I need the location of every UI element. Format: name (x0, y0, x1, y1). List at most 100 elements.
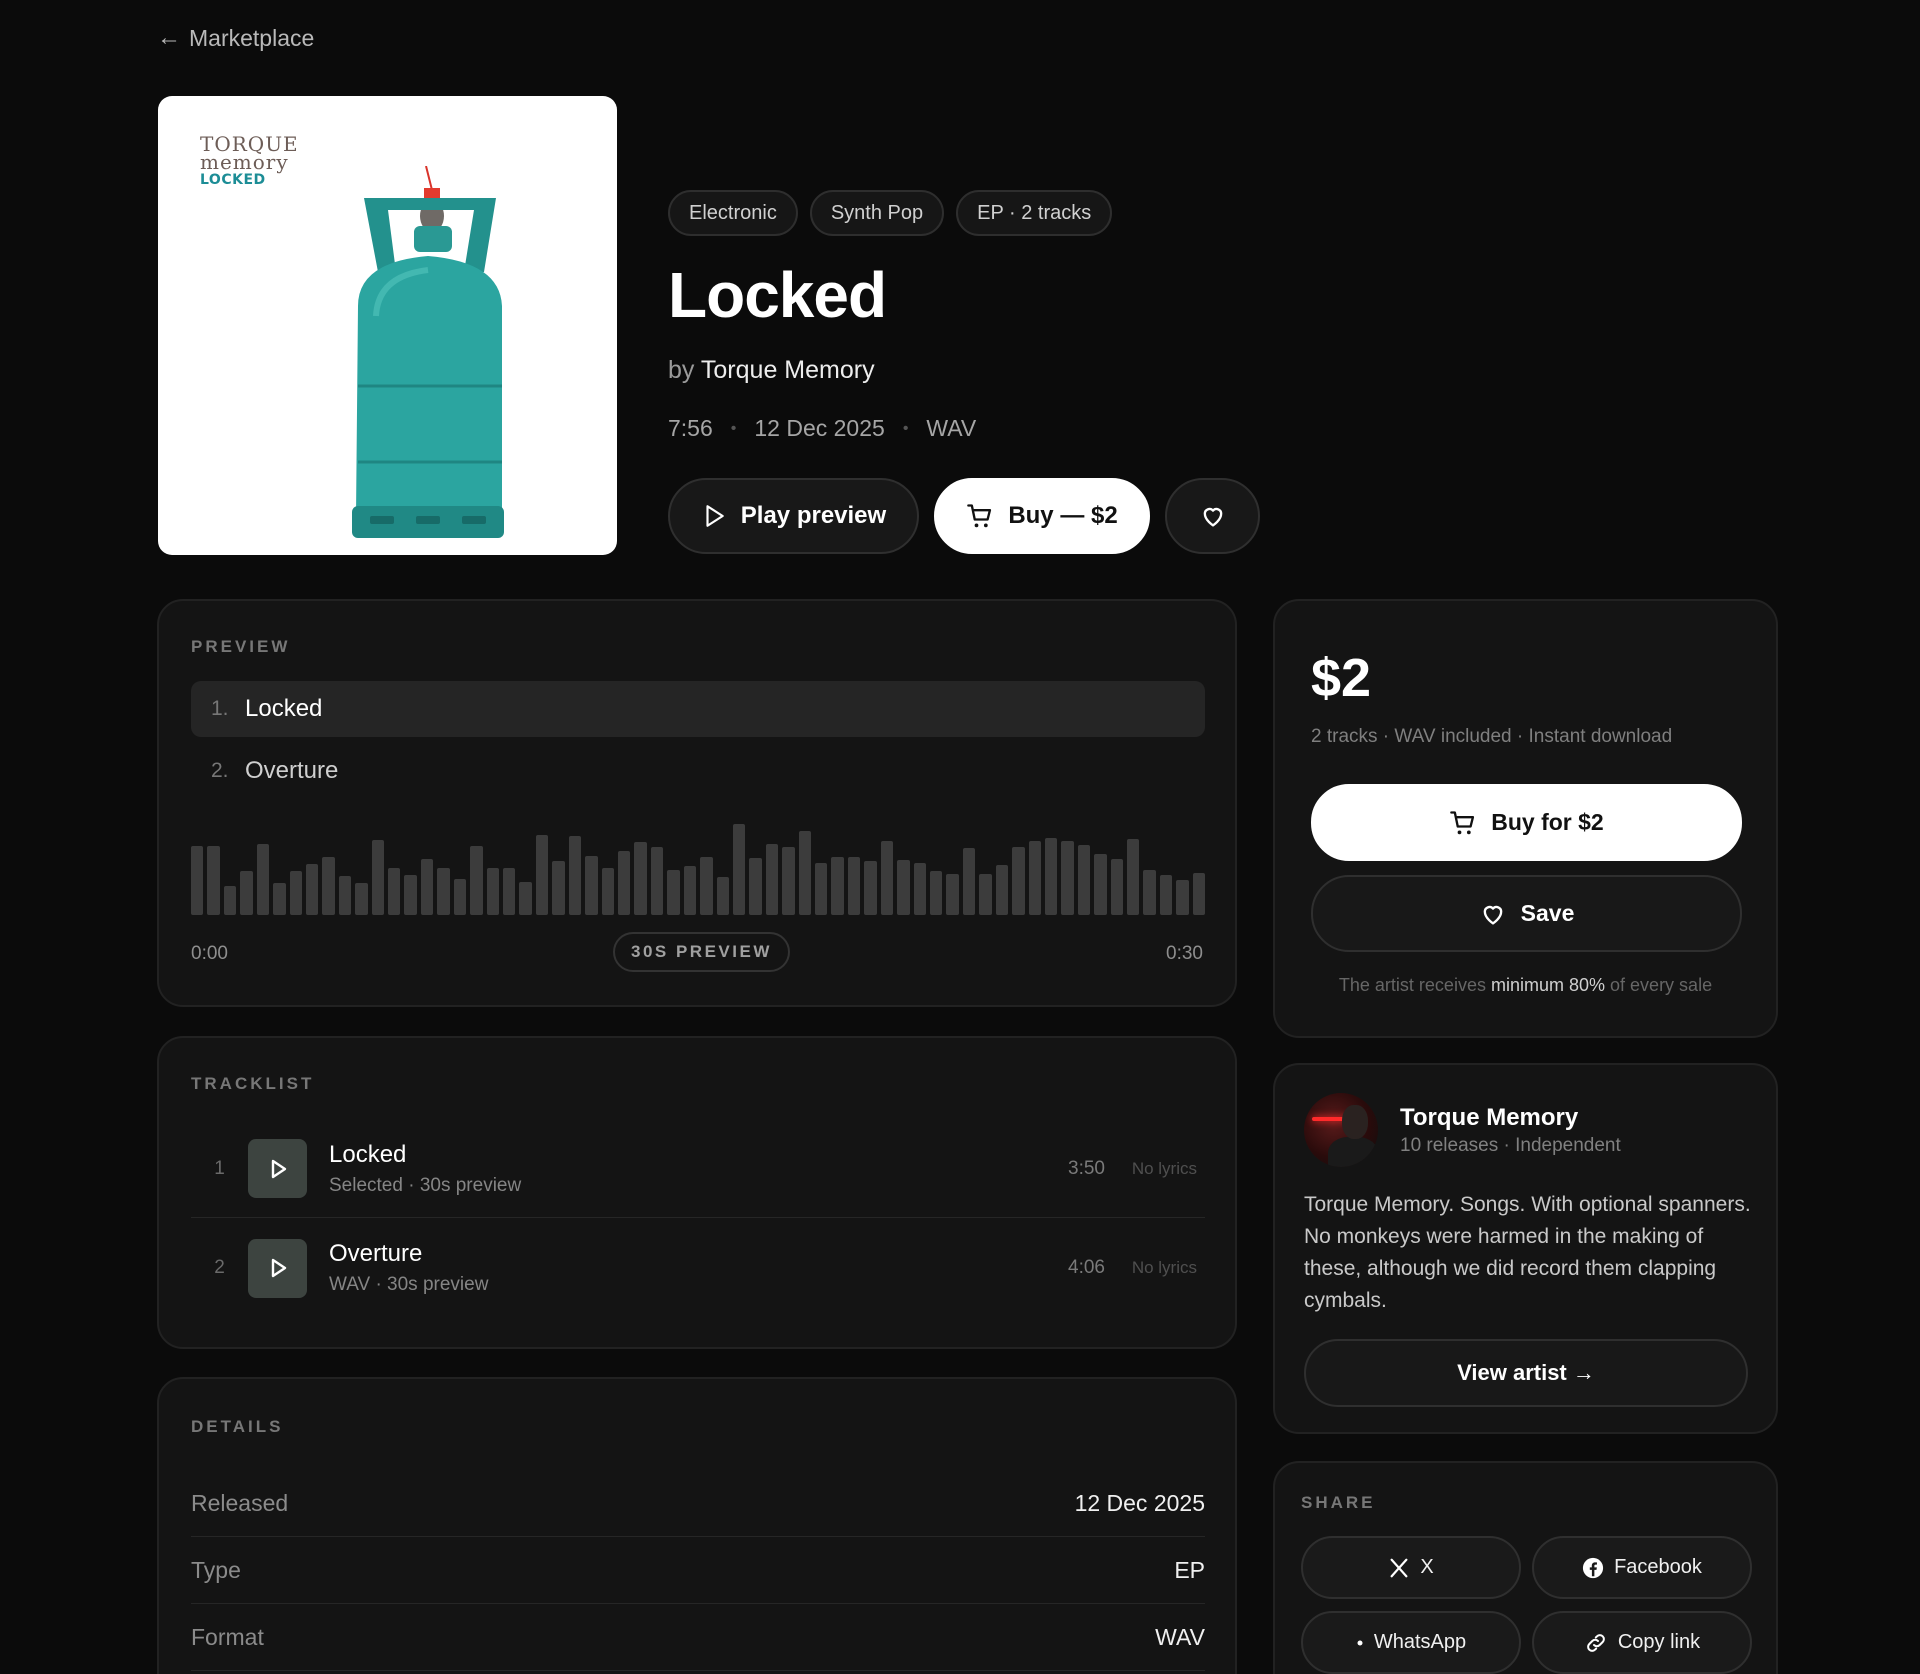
track-row[interactable]: 1 Locked Selected · 30s preview 3:50 No … (191, 1120, 1205, 1218)
waveform-bar (1012, 846, 1025, 915)
track-row[interactable]: 2 Overture WAV · 30s preview 4:06 No lyr… (191, 1219, 1205, 1317)
waveform-bar (913, 863, 926, 915)
waveform-bar (782, 846, 795, 915)
waveform-bar (617, 850, 631, 915)
track-title: Overture (329, 1240, 423, 1267)
track-play-button[interactable] (248, 1139, 307, 1198)
share-whatsapp-button[interactable]: WhatsApp (1301, 1611, 1521, 1674)
gas-cylinder-illustration (352, 166, 504, 538)
by-prefix: by (668, 356, 695, 384)
copy-link-button[interactable]: Copy link (1532, 1611, 1752, 1674)
meta-separator: • (730, 419, 737, 437)
share-card: SHARE X Facebook WhatsApp Copy link (1273, 1461, 1778, 1674)
genre-tags: Electronic Synth Pop EP · 2 tracks (668, 190, 1260, 236)
waveform-bar (585, 856, 598, 915)
waveform-bar (897, 860, 910, 915)
tracklist-section-label: TRACKLIST (191, 1074, 315, 1093)
artist-avatar[interactable] (1304, 1093, 1378, 1167)
waveform-bar (355, 883, 368, 915)
preview-track-2[interactable]: 2. Overture (191, 743, 1205, 799)
track-duration: 4:06 (1068, 1257, 1105, 1278)
preview-section-label: PREVIEW (191, 637, 291, 656)
track-play-button[interactable] (248, 1238, 307, 1298)
detail-row-format: Format WAV (191, 1604, 1205, 1671)
artist-card: Torque Memory 10 releases · Independent … (1273, 1063, 1778, 1434)
release-date: 12 Dec 2025 (754, 415, 885, 441)
track-lyrics-status: No lyrics (1131, 1158, 1197, 1178)
waveform-bar (519, 882, 532, 915)
waveform-bar (979, 873, 992, 915)
play-icon (266, 1157, 290, 1181)
share-x-button[interactable]: X (1301, 1536, 1521, 1599)
details-card: DETAILS Released 12 Dec 2025 Type EP For… (157, 1377, 1237, 1674)
cover-logo-line2: memory (200, 150, 289, 174)
preview-card: PREVIEW 1. Locked 2. Overture 0:00 30S P… (157, 599, 1237, 1007)
share-facebook-button[interactable]: Facebook (1532, 1536, 1752, 1599)
waveform-bar (338, 875, 352, 915)
waveform-bar (650, 846, 664, 915)
play-preview-button[interactable]: Play preview (668, 478, 919, 554)
preview-track-title: Locked (245, 695, 323, 722)
waveform-bar (929, 870, 943, 915)
track-title: Locked (329, 1140, 407, 1168)
preview-track-number: 1. (211, 697, 229, 720)
waveform-bar (700, 857, 713, 915)
waveform-bar (552, 861, 565, 915)
release-meta: 7:56 • 12 Dec 2025 • WAV (668, 415, 1260, 442)
tag-electronic[interactable]: Electronic (668, 190, 798, 236)
tracklist-card: TRACKLIST 1 Locked Selected · 30s previe… (157, 1036, 1237, 1349)
waveform-bar (995, 865, 1009, 915)
tag-synth-pop[interactable]: Synth Pop (809, 190, 945, 236)
track-duration: 3:50 (1068, 1157, 1105, 1179)
details-section-label: DETAILS (191, 1417, 284, 1436)
preview-track-title: Overture (245, 757, 339, 784)
favorite-button[interactable] (1165, 478, 1260, 554)
release-duration: 7:56 (668, 415, 713, 441)
buy-for-price-button[interactable]: Buy for $2 (1311, 784, 1742, 861)
waveform-bar (798, 831, 812, 915)
waveform-bar (1094, 853, 1107, 915)
waveform-bar (815, 863, 828, 915)
revenue-note-prefix: The artist receives (1338, 975, 1486, 995)
artist-revenue-note: The artist receives minimum 80% of every… (1275, 975, 1776, 996)
waveform-bar (880, 841, 894, 915)
release-format: WAV (926, 415, 977, 441)
detail-key: Type (191, 1556, 241, 1583)
waveform-bar (716, 876, 729, 915)
copy-link-label: Copy link (1617, 1631, 1701, 1653)
album-cover: TORQUE memory LOCKED (158, 96, 617, 555)
track-subtitle: WAV · 30s preview (329, 1274, 489, 1295)
waveform[interactable] (191, 819, 1206, 915)
waveform-bar (256, 843, 270, 915)
artist-link[interactable]: Torque Memory (701, 356, 875, 384)
track-subtitle: Selected · 30s preview (329, 1174, 522, 1196)
preview-track-1[interactable]: 1. Locked (191, 681, 1205, 737)
artist-name[interactable]: Torque Memory (1400, 1104, 1578, 1132)
view-artist-button[interactable]: View artist → (1304, 1339, 1748, 1407)
waveform-bar (305, 864, 319, 915)
revenue-note-highlight: minimum 80% (1490, 975, 1606, 995)
waveform-bar (503, 867, 516, 915)
waveform-bar (1159, 874, 1173, 915)
waveform-bar (946, 873, 959, 915)
play-preview-label: Play preview (740, 502, 887, 529)
waveform-bar (289, 870, 302, 915)
release-title: Locked (668, 259, 887, 331)
facebook-icon (1582, 1557, 1604, 1579)
detail-value: 12 Dec 2025 (1074, 1489, 1205, 1516)
waveform-bar (568, 836, 582, 915)
buy-button[interactable]: Buy — $2 (934, 478, 1150, 554)
waveform-bar (535, 835, 549, 915)
buy-for-price-label: Buy for $2 (1491, 809, 1604, 835)
save-button[interactable]: Save (1311, 875, 1742, 952)
detail-value: EP (1174, 1556, 1205, 1583)
back-to-marketplace-link[interactable]: ← Marketplace (157, 24, 314, 52)
cover-logo-line3: LOCKED (200, 172, 266, 188)
artist-bio: Torque Memory. Songs. With optional span… (1304, 1193, 1751, 1312)
heart-icon (1199, 502, 1227, 530)
preview-length-badge: 30S PREVIEW (613, 932, 790, 972)
waveform-bar (191, 845, 204, 915)
waveform-bar (1192, 872, 1206, 915)
waveform-bar (732, 823, 746, 915)
detail-row-type: Type EP (191, 1537, 1205, 1604)
